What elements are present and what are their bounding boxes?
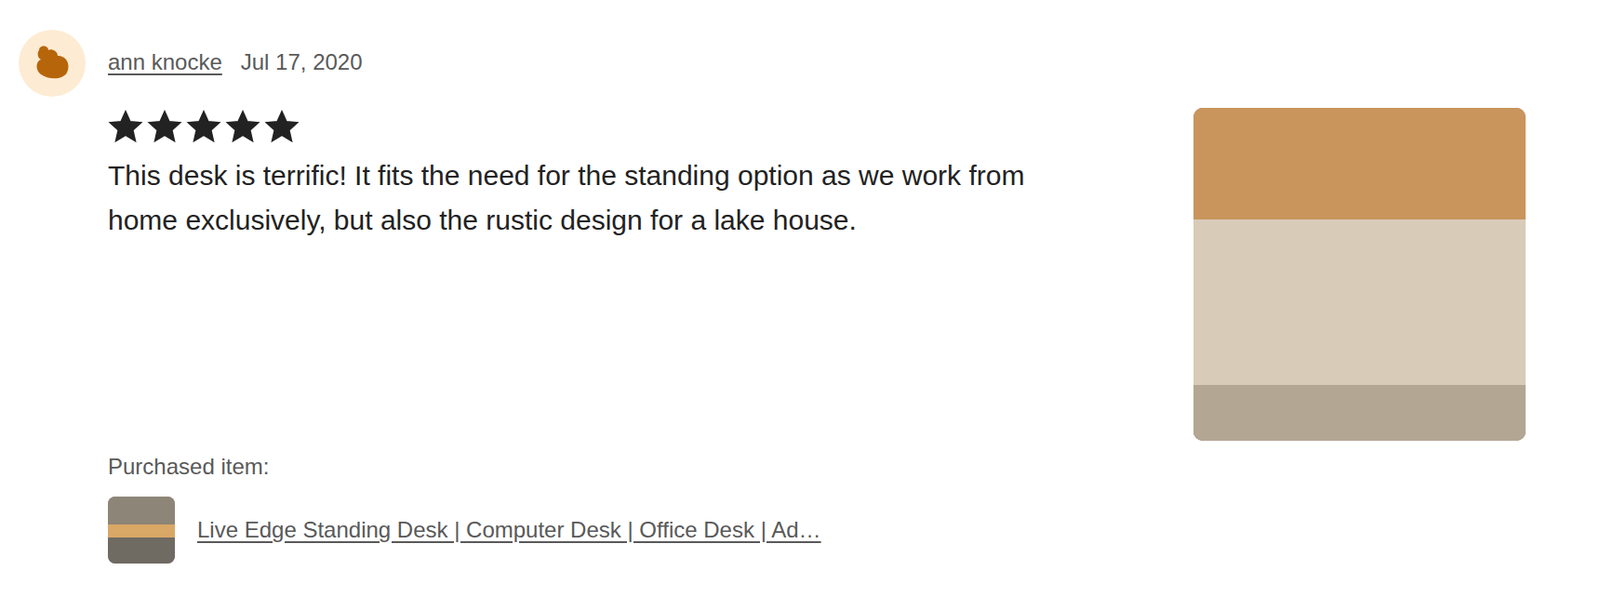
purchased-label: Purchased item: [107,452,1600,482]
review-photo[interactable] [1193,107,1526,441]
star-icon [225,107,265,146]
review-body: This desk is terrific! It fits the need … [107,107,1600,441]
item-link[interactable]: Live Edge Standing Desk | Computer Desk … [197,513,822,547]
star-icon [264,107,304,146]
reviewer-name[interactable]: ann knocke [107,45,223,80]
review-content: ann knocke Jul 17, 2020 This desk is terri… [107,29,1600,564]
avatar-icon[interactable] [18,29,86,97]
star-icon [107,107,147,146]
star-rating [107,107,1194,146]
purchased-item[interactable]: Live Edge Standing Desk | Computer Desk … [107,496,1600,564]
review-main: This desk is terrific! It fits the need … [107,107,1194,441]
item-thumbnail[interactable] [107,496,175,564]
star-icon [146,107,187,146]
star-icon [186,107,226,146]
review-header: ann knocke Jul 17, 2020 [107,29,1600,95]
review-text: This desk is terrific! It fits the need … [107,153,1039,243]
review-date: Jul 17, 2020 [240,45,363,80]
